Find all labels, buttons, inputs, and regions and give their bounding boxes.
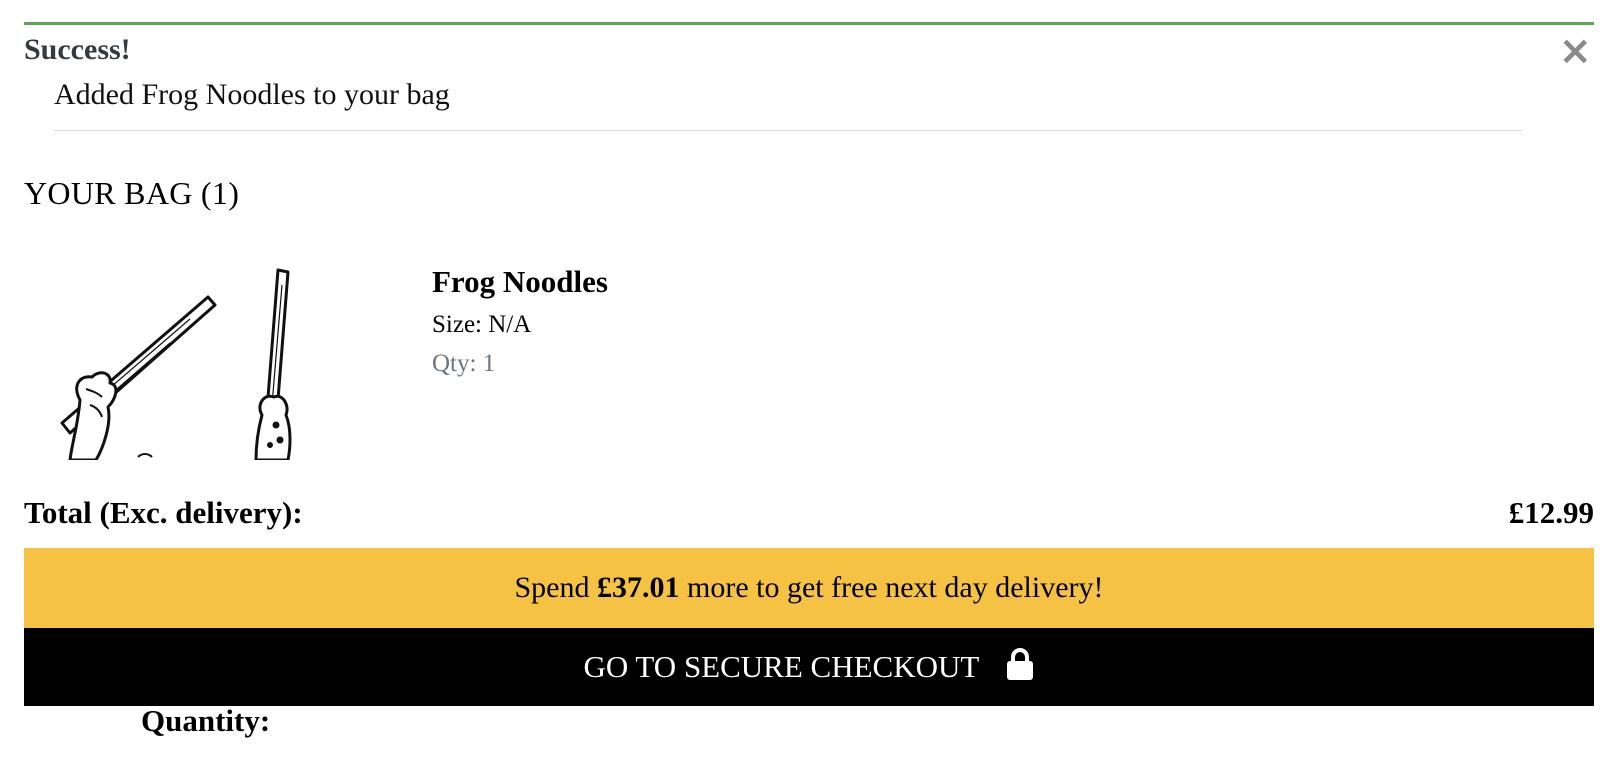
free-delivery-banner: Spend £37.01 more to get free next day d… <box>24 548 1594 628</box>
product-name[interactable]: Frog Noodles <box>432 264 608 300</box>
delivery-prefix: Spend <box>514 571 597 604</box>
toast-title: Success! <box>24 33 131 66</box>
hands-holding-sticks-icon <box>60 268 292 460</box>
close-icon[interactable]: × <box>1558 31 1592 71</box>
total-label: Total (Exc. delivery): <box>24 495 303 530</box>
total-value: £12.99 <box>1508 495 1594 530</box>
toast-message: Added Frog Noodles to your bag <box>54 78 450 111</box>
checkout-label: GO TO SECURE CHECKOUT <box>583 649 979 684</box>
delivery-amount: £37.01 <box>597 571 680 604</box>
success-toast: Success! × Added Frog Noodles to your ba… <box>24 22 1594 132</box>
product-qty: Qty: 1 <box>432 350 496 377</box>
delivery-suffix: more to get free next day delivery! <box>679 571 1104 604</box>
quantity-label: Quantity: <box>141 703 271 738</box>
bag-heading: YOUR BAG (1) <box>24 175 240 211</box>
lock-icon <box>1006 648 1033 680</box>
product-image[interactable] <box>50 265 310 460</box>
product-size: Size: N/A <box>432 311 532 338</box>
toast-divider <box>54 130 1522 131</box>
secure-checkout-button[interactable]: GO TO SECURE CHECKOUT <box>24 628 1594 706</box>
